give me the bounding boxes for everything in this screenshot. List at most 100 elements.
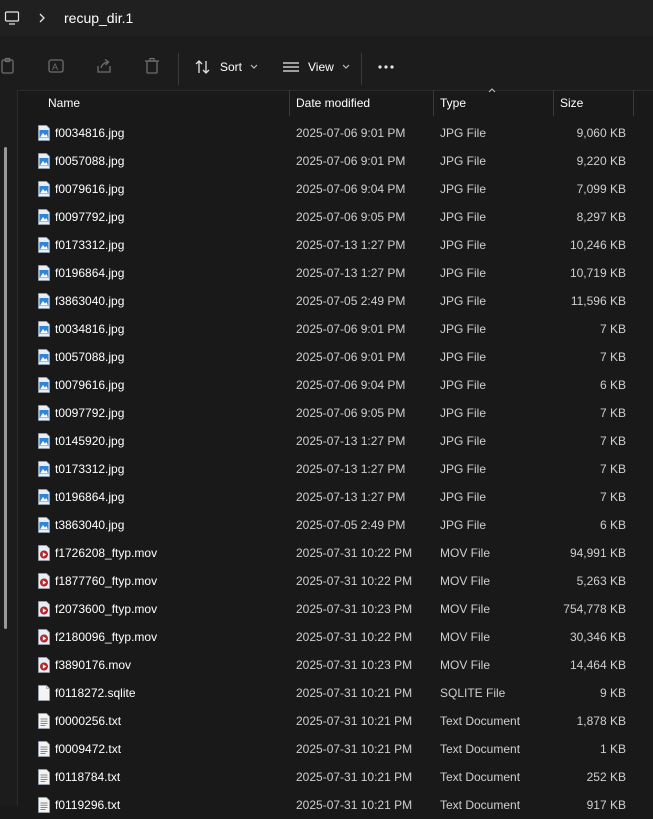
- file-name: t0057088.jpg: [55, 350, 125, 364]
- file-type: JPG File: [440, 350, 487, 364]
- share-icon[interactable]: [95, 57, 113, 75]
- file-row[interactable]: t0097792.jpg 2025-07-06 9:05 PM JPG File 7 …: [18, 399, 653, 427]
- file-row[interactable]: f3863040.jpg 2025-07-05 2:49 PM JPG File 11…: [18, 287, 653, 315]
- chevron-right-icon[interactable]: [36, 10, 48, 26]
- file-date-modified: 2025-07-31 10:21 PM: [296, 742, 413, 756]
- file-type: MOV File: [440, 658, 491, 672]
- file-type: JPG File: [440, 322, 487, 336]
- file-date-modified: 2025-07-13 1:27 PM: [296, 238, 406, 252]
- file-row[interactable]: f0118784.txt 2025-07-31 10:21 PM Text Docu…: [18, 763, 653, 791]
- column-divider[interactable]: [633, 90, 634, 116]
- jpg-file-icon: [38, 321, 50, 337]
- file-row[interactable]: t0057088.jpg 2025-07-06 9:01 PM JPG File 7 …: [18, 343, 653, 371]
- file-size: 252 KB: [586, 770, 626, 784]
- rename-icon[interactable]: A: [47, 57, 65, 75]
- file-date-modified: 2025-07-06 9:01 PM: [296, 154, 406, 168]
- file-row[interactable]: f2180096_ftyp.mov 2025-07-31 10:22 PM MOV …: [18, 623, 653, 651]
- file-name: t0196864.jpg: [55, 490, 125, 504]
- file-type: Text Document: [440, 798, 521, 812]
- column-header-name[interactable]: Name: [48, 96, 80, 110]
- file-date-modified: 2025-07-31 10:22 PM: [296, 630, 413, 644]
- file-row[interactable]: t0079616.jpg 2025-07-06 9:04 PM JPG File 6 …: [18, 371, 653, 399]
- file-type: JPG File: [440, 490, 487, 504]
- file-date-modified: 2025-07-31 10:23 PM: [296, 602, 413, 616]
- file-date-modified: 2025-07-31 10:22 PM: [296, 574, 413, 588]
- column-divider[interactable]: [289, 90, 290, 116]
- file-row[interactable]: f0079616.jpg 2025-07-06 9:04 PM JPG File 7,…: [18, 175, 653, 203]
- file-type: JPG File: [440, 378, 487, 392]
- file-date-modified: 2025-07-13 1:27 PM: [296, 266, 406, 280]
- file-row[interactable]: f0057088.jpg 2025-07-06 9:01 PM JPG File 9,…: [18, 147, 653, 175]
- file-name: t0173312.jpg: [55, 462, 125, 476]
- file-row[interactable]: f1726208_ftyp.mov 2025-07-31 10:22 PM MOV …: [18, 539, 653, 567]
- file-row[interactable]: f0118272.sqlite 2025-07-31 10:21 PM SQLITE…: [18, 679, 653, 707]
- view-icon: [283, 62, 299, 72]
- file-row[interactable]: t0034816.jpg 2025-07-06 9:01 PM JPG File 7 …: [18, 315, 653, 343]
- column-divider[interactable]: [433, 90, 434, 116]
- file-row[interactable]: f3890176.mov 2025-07-31 10:23 PM MOV File 1…: [18, 651, 653, 679]
- file-size: 14,464 KB: [569, 658, 626, 672]
- blank-file-icon: [38, 685, 50, 701]
- delete-icon[interactable]: [143, 57, 161, 75]
- file-name: f0000256.txt: [55, 714, 122, 728]
- file-name: f0118784.txt: [55, 770, 121, 784]
- file-row[interactable]: f0000256.txt 2025-07-31 10:21 PM Text Docu…: [18, 707, 653, 735]
- file-size: 7 KB: [599, 434, 626, 448]
- file-type: JPG File: [440, 406, 487, 420]
- file-type: Text Document: [440, 770, 521, 784]
- jpg-file-icon: [38, 517, 50, 533]
- file-date-modified: 2025-07-31 10:21 PM: [296, 714, 413, 728]
- mov-file-icon: [38, 545, 50, 561]
- file-name: f2180096_ftyp.mov: [55, 630, 158, 644]
- file-row[interactable]: f0097792.jpg 2025-07-06 9:05 PM JPG File 8,…: [18, 203, 653, 231]
- file-date-modified: 2025-07-05 2:49 PM: [296, 294, 406, 308]
- file-row[interactable]: f1877760_ftyp.mov 2025-07-31 10:22 PM MOV …: [18, 567, 653, 595]
- file-date-modified: 2025-07-06 9:05 PM: [296, 210, 406, 224]
- file-row[interactable]: f0009472.txt 2025-07-31 10:21 PM Text Docu…: [18, 735, 653, 763]
- sort-button[interactable]: Sort: [194, 57, 259, 77]
- navigation-pane: [0, 90, 18, 806]
- this-pc-icon[interactable]: [4, 10, 20, 26]
- file-type: JPG File: [440, 126, 487, 140]
- paste-icon[interactable]: [0, 57, 18, 75]
- file-row[interactable]: f0196864.jpg 2025-07-13 1:27 PM JPG File 10…: [18, 259, 653, 287]
- jpg-file-icon: [38, 153, 50, 169]
- file-name: f3863040.jpg: [55, 294, 125, 308]
- svg-text:A: A: [52, 62, 58, 72]
- file-date-modified: 2025-07-06 9:04 PM: [296, 378, 406, 392]
- file-type: JPG File: [440, 294, 487, 308]
- file-size: 7,099 KB: [576, 182, 626, 196]
- sort-icon: [195, 60, 210, 74]
- file-row[interactable]: t0145920.jpg 2025-07-13 1:27 PM JPG File 7 …: [18, 427, 653, 455]
- file-name: f0118272.sqlite: [55, 686, 136, 700]
- more-options-icon[interactable]: [377, 57, 395, 75]
- file-size: 9 KB: [599, 686, 626, 700]
- file-name: f0009472.txt: [55, 742, 122, 756]
- view-button[interactable]: View: [282, 57, 351, 77]
- jpg-file-icon: [38, 265, 50, 281]
- file-name: f0119296.txt: [55, 798, 121, 812]
- file-row[interactable]: t0196864.jpg 2025-07-13 1:27 PM JPG File 7 …: [18, 483, 653, 511]
- file-type: MOV File: [440, 602, 491, 616]
- jpg-file-icon: [38, 377, 50, 393]
- file-type: MOV File: [440, 630, 491, 644]
- file-name: f2073600_ftyp.mov: [55, 602, 158, 616]
- column-header-size[interactable]: Size: [560, 96, 583, 110]
- file-date-modified: 2025-07-06 9:01 PM: [296, 126, 406, 140]
- column-header-date-modified[interactable]: Date modified: [296, 96, 370, 110]
- breadcrumb-current-folder[interactable]: recup_dir.1: [64, 10, 133, 26]
- file-row[interactable]: t3863040.jpg 2025-07-05 2:49 PM JPG File 6 …: [18, 511, 653, 539]
- text-file-icon: [38, 741, 50, 757]
- jpg-file-icon: [38, 461, 50, 477]
- file-date-modified: 2025-07-31 10:21 PM: [296, 686, 413, 700]
- column-header-type[interactable]: Type: [440, 96, 466, 110]
- mov-file-icon: [38, 657, 50, 673]
- file-row[interactable]: f0119296.txt 2025-07-31 10:21 PM Text Docu…: [18, 791, 653, 819]
- file-row[interactable]: f2073600_ftyp.mov 2025-07-31 10:23 PM MOV …: [18, 595, 653, 623]
- file-date-modified: 2025-07-06 9:01 PM: [296, 322, 406, 336]
- file-row[interactable]: t0173312.jpg 2025-07-13 1:27 PM JPG File 7 …: [18, 455, 653, 483]
- file-row[interactable]: f0173312.jpg 2025-07-13 1:27 PM JPG File 10…: [18, 231, 653, 259]
- column-divider[interactable]: [553, 90, 554, 116]
- navigation-scrollbar[interactable]: [4, 147, 7, 629]
- file-row[interactable]: f0034816.jpg 2025-07-06 9:01 PM JPG File 9,…: [18, 119, 653, 147]
